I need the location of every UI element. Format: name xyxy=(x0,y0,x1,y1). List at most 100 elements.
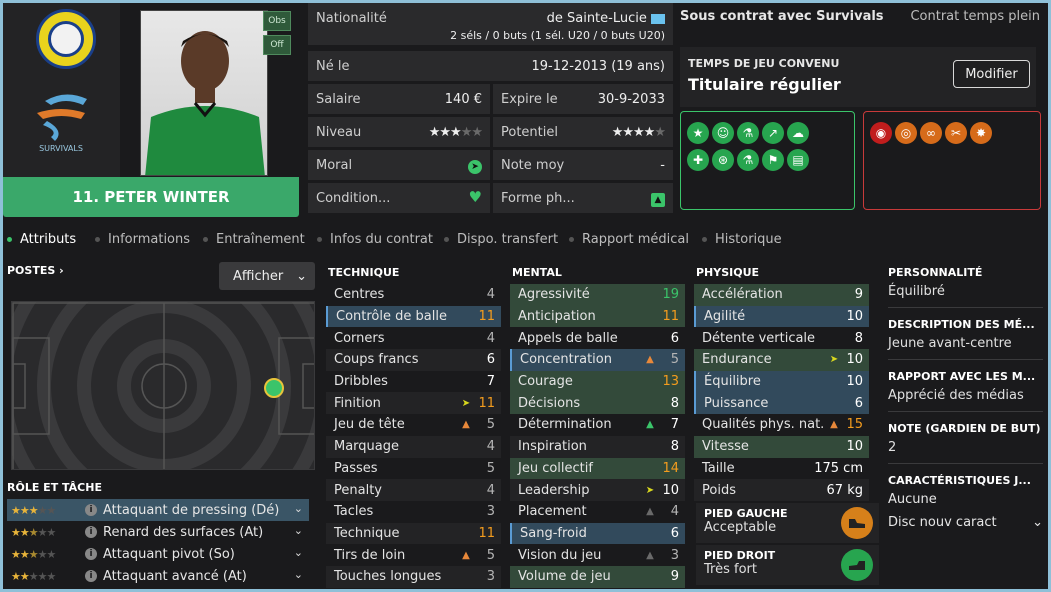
expires-value: 30-9-2033 xyxy=(597,92,665,107)
scissors-icon[interactable]: ✂ xyxy=(945,122,967,144)
attribute-row[interactable]: Agressivité 19 xyxy=(510,284,685,306)
condition-label: Condition... xyxy=(316,191,391,206)
role-item[interactable]: ★★★★★ i Renard des surfaces (At) ⌄ xyxy=(7,521,309,543)
chevron-down-icon[interactable]: ⌄ xyxy=(294,524,303,537)
tab-training[interactable]: Entraînement xyxy=(203,232,305,247)
attribute-row[interactable]: Décisions 8 xyxy=(510,392,685,415)
attribute-row[interactable]: Qualités phys. nat. ▲ 15 xyxy=(694,414,869,436)
attribute-row[interactable]: Vision du jeu ▲ 3 xyxy=(510,544,685,566)
attribute-row[interactable]: Finition ➤ 11 xyxy=(326,392,501,415)
attribute-row[interactable]: Touches longues 3 xyxy=(326,565,501,588)
attribute-row[interactable]: Leadership ➤ 10 xyxy=(510,479,685,501)
roles-list: ★★★★★ i Attaquant de pressing (Dé) ⌄ ★★★★★ i… xyxy=(7,499,309,587)
attribute-row[interactable]: Endurance ➤ 10 xyxy=(694,349,869,371)
physical-column: PHYSIQUE Accélération 9 Agilité 10 Détente… xyxy=(694,266,869,501)
smile-icon[interactable]: ☺ xyxy=(712,122,734,144)
attribute-row[interactable]: Tirs de loin ▲ 5 xyxy=(326,544,501,566)
tab-history[interactable]: Historique xyxy=(702,232,782,247)
attribute-row[interactable]: Accélération 9 xyxy=(694,284,869,306)
attribute-row[interactable]: Concentration ▲ 5 xyxy=(510,349,685,371)
attribute-row[interactable]: Vitesse 10 xyxy=(694,435,869,458)
attribute-row[interactable]: Tacles 3 xyxy=(326,501,501,523)
media-description-block: DESCRIPTION DES MÉ... Jeune avant-centre xyxy=(888,318,1043,360)
tab-transfer[interactable]: Dispo. transfert xyxy=(444,232,558,247)
info-icon[interactable]: i xyxy=(85,548,97,560)
tab-information[interactable]: Informations xyxy=(95,232,190,247)
attribute-row[interactable]: Penalty 4 xyxy=(326,479,501,501)
player-traits-label: CARACTÉRISTIQUES J... xyxy=(888,474,1031,487)
clipboard-icon[interactable]: ▤ xyxy=(787,149,809,171)
gk-rating-label: NOTE (GARDIEN DE BUT) xyxy=(888,422,1041,435)
attribute-row[interactable]: Courage 13 xyxy=(510,370,685,393)
chain-icon[interactable]: ∞ xyxy=(920,122,942,144)
attribute-row[interactable]: Anticipation 11 xyxy=(510,305,685,328)
right-foot-box: PIED DROIT Très fort xyxy=(696,545,879,585)
flag-icon xyxy=(651,13,665,24)
tab-attributes[interactable]: Attributs xyxy=(7,232,76,247)
chevron-down-icon[interactable]: ⌄ xyxy=(294,546,303,559)
eye-icon[interactable]: ◉ xyxy=(870,122,892,144)
discover-traits-dropdown[interactable]: Disc nouv caract ⌄ xyxy=(888,515,1043,530)
display-dropdown[interactable]: Afficher ⌄ xyxy=(219,262,315,290)
contract-type: Contrat temps plein xyxy=(910,9,1040,24)
circles-icon[interactable]: ⊛ xyxy=(712,149,734,171)
attribute-row[interactable]: Agilité 10 xyxy=(694,305,869,328)
chevron-down-icon[interactable]: ⌄ xyxy=(294,568,303,581)
attribute-row[interactable]: Détente verticale 8 xyxy=(694,327,869,349)
club-logo[interactable]: SURVIVALS xyxy=(25,91,97,155)
off-button[interactable]: Off xyxy=(263,35,291,55)
avg-value: - xyxy=(660,158,665,173)
attribute-row[interactable]: Appels de balle 6 xyxy=(510,327,685,349)
flask-icon[interactable]: ⚗ xyxy=(737,149,759,171)
attribute-row[interactable]: Placement ▲ 4 xyxy=(510,501,685,523)
position-marker[interactable] xyxy=(264,378,284,398)
role-item[interactable]: ★★★★★ i Attaquant de pressing (Dé) ⌄ xyxy=(7,499,309,521)
attribute-row[interactable]: Volume de jeu 9 xyxy=(510,565,685,588)
role-item[interactable]: ★★★★★ i Attaquant pivot (So) ⌄ xyxy=(7,543,309,565)
attribute-row[interactable]: Sang-froid 6 xyxy=(510,522,685,545)
role-item[interactable]: ★★★★★ i Attaquant avancé (At) ⌄ xyxy=(7,565,309,587)
attribute-row[interactable]: Puissance 6 xyxy=(694,392,869,415)
attribute-row[interactable]: Jeu de tête ▲ 5 xyxy=(326,414,501,436)
attribute-row[interactable]: Centres 4 xyxy=(326,284,501,306)
attribute-row[interactable]: Coups francs 6 xyxy=(326,349,501,371)
attribute-row[interactable]: Équilibre 10 xyxy=(694,370,869,393)
attribute-row[interactable]: Inspiration 8 xyxy=(510,435,685,458)
player-traits-block: CARACTÉRISTIQUES J... Aucune Disc nouv c… xyxy=(888,474,1043,530)
media-description-label: DESCRIPTION DES MÉ... xyxy=(888,318,1035,331)
flask-icon[interactable]: ⚗ xyxy=(737,122,759,144)
star-icon[interactable]: ★ xyxy=(687,122,709,144)
brain-icon[interactable]: ☁ xyxy=(787,122,809,144)
avg-row: Note moy - xyxy=(493,150,673,180)
trend-up-icon[interactable]: ↗ xyxy=(762,122,784,144)
trend-arrow-icon: ▲ xyxy=(646,354,654,366)
attribute-row[interactable]: Dribbles 7 xyxy=(326,371,501,393)
attribute-row[interactable]: Marquage 4 xyxy=(326,435,501,458)
potential-stars: ★★★★★ xyxy=(611,125,666,140)
info-icon[interactable]: i xyxy=(85,526,97,538)
attribute-row[interactable]: Passes 5 xyxy=(326,458,501,480)
info-icon[interactable]: i xyxy=(85,570,97,582)
left-foot-box: PIED GAUCHE Acceptable xyxy=(696,503,879,543)
attribute-row[interactable]: Corners 4 xyxy=(326,327,501,349)
modify-button[interactable]: Modifier xyxy=(953,60,1030,88)
positions-title[interactable]: POSTES › xyxy=(7,264,64,277)
nationality-value[interactable]: de Sainte-Lucie xyxy=(547,11,665,26)
flag-icon[interactable]: ⚑ xyxy=(762,149,784,171)
attribute-row[interactable]: Technique 11 xyxy=(326,522,501,545)
attribute-row[interactable]: Contrôle de balle 11 xyxy=(326,305,501,328)
info-grid: Nationalité de Sainte-Lucie 2 séls / 0 b… xyxy=(308,3,673,217)
obs-button[interactable]: Obs xyxy=(263,11,291,31)
left-boot-icon xyxy=(841,507,873,539)
burst-icon[interactable]: ✸ xyxy=(970,122,992,144)
bandage-icon[interactable]: ✚ xyxy=(687,149,709,171)
attribute-row[interactable]: Détermination ▲ 7 xyxy=(510,414,685,436)
salary-row: Salaire 140 € xyxy=(308,84,490,114)
target-icon[interactable]: ◎ xyxy=(895,122,917,144)
tab-medical[interactable]: Rapport médical xyxy=(569,232,689,247)
contract-header: Sous contrat avec Survivals Contrat temp… xyxy=(680,9,1048,24)
chevron-down-icon[interactable]: ⌄ xyxy=(294,502,303,515)
tab-contract-info[interactable]: Infos du contrat xyxy=(317,232,433,247)
attribute-row[interactable]: Jeu collectif 14 xyxy=(510,457,685,480)
info-icon[interactable]: i xyxy=(85,504,97,516)
